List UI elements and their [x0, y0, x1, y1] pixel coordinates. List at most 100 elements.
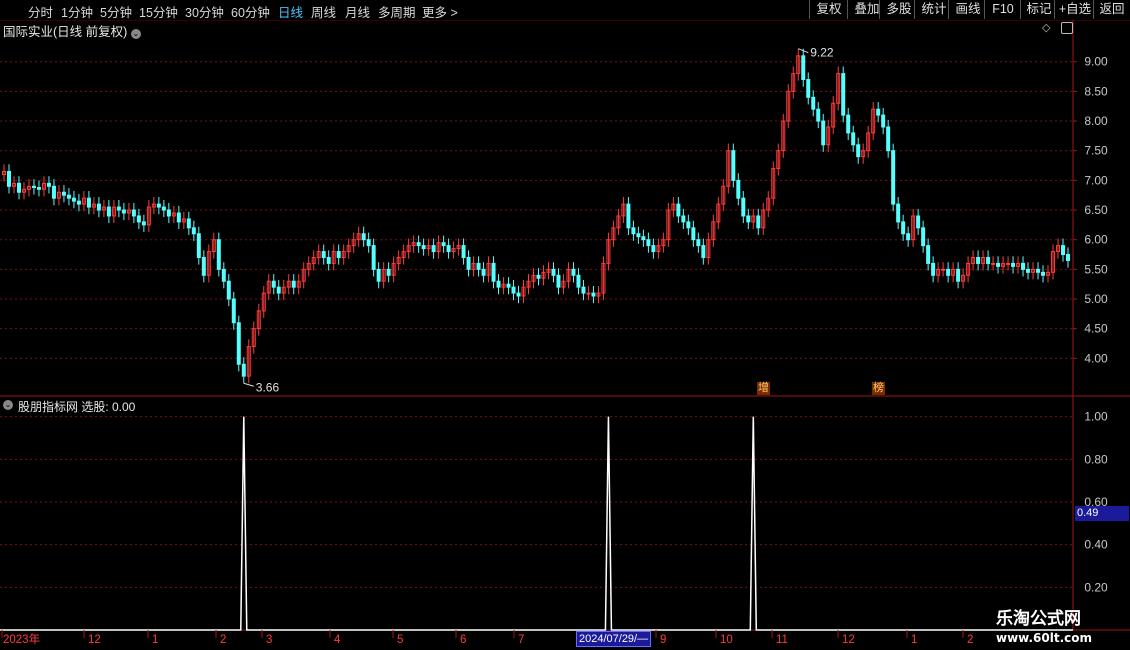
- candle-body: [271, 280, 276, 288]
- toolbar-button-7[interactable]: +自选: [1054, 0, 1095, 19]
- indicator-cursor-value: 0.49: [1075, 506, 1129, 521]
- x-axis-label: 12: [88, 634, 101, 646]
- candle-body: [241, 363, 246, 377]
- candle-body: [571, 268, 576, 276]
- candle-body: [536, 274, 541, 279]
- period-tab-6[interactable]: 日线: [278, 2, 303, 21]
- candle-body: [851, 132, 856, 146]
- toolbar-button-6[interactable]: 标记: [1020, 0, 1057, 19]
- candle-body: [16, 182, 21, 193]
- stock-title[interactable]: 国际实业(日线 前复权) ⌄: [3, 21, 141, 40]
- candle-body: [1041, 271, 1046, 276]
- candle-body: [466, 256, 471, 270]
- price-tick-label: 6.00: [1084, 233, 1108, 247]
- indicator-tick-label: 1.00: [1084, 410, 1108, 424]
- watermark-title: 乐淘公式网: [996, 609, 1081, 629]
- candle-body: [441, 242, 446, 247]
- x-axis-label: 3: [266, 634, 272, 646]
- candle-body: [636, 233, 641, 238]
- indicator-tick-label: 0.40: [1084, 538, 1108, 552]
- toolbar-button-2[interactable]: 多股: [879, 0, 918, 19]
- candle-body: [846, 114, 851, 134]
- period-tab-4[interactable]: 30分钟: [185, 2, 224, 21]
- toolbar-button-5[interactable]: F10: [984, 0, 1021, 19]
- candle-body: [36, 186, 41, 190]
- candle-body: [1006, 262, 1011, 265]
- candle-body: [901, 221, 906, 235]
- toolbar-button-4[interactable]: 画线: [948, 0, 987, 19]
- candle-body: [741, 197, 746, 217]
- indicator-tick-label: 0.80: [1084, 452, 1108, 466]
- candle-body: [651, 245, 656, 253]
- candle-body: [646, 239, 651, 247]
- candle-body: [556, 274, 561, 288]
- candle-body: [916, 215, 921, 229]
- indicator-tick-label: 0.20: [1084, 580, 1108, 594]
- candle-body: [61, 191, 66, 196]
- period-tab-3[interactable]: 15分钟: [139, 2, 178, 21]
- x-axis-label: 11: [776, 634, 788, 646]
- price-tick-label: 7.50: [1084, 144, 1108, 158]
- candle-body: [986, 256, 991, 264]
- candle-body: [1036, 268, 1041, 273]
- candle-body: [131, 209, 136, 217]
- period-tab-8[interactable]: 月线: [345, 2, 370, 21]
- candle-body: [976, 256, 981, 264]
- candle-body: [161, 206, 166, 211]
- signal-line: [0, 416, 1073, 631]
- toolbar-button-8[interactable]: 返回: [1093, 0, 1130, 19]
- candle-body: [291, 280, 296, 288]
- candle-body: [841, 73, 846, 116]
- candle-body: [176, 212, 181, 223]
- candle-body: [6, 170, 11, 187]
- toolbar-button-0[interactable]: 复权: [809, 0, 848, 19]
- period-tab-9[interactable]: 多周期: [378, 2, 416, 21]
- candle-body: [681, 215, 686, 223]
- candle-body: [221, 268, 226, 282]
- chevron-down-icon[interactable]: ⌄: [130, 29, 141, 39]
- price-tick-label: 4.00: [1084, 351, 1108, 365]
- candle-body: [896, 203, 901, 223]
- candle-body: [446, 245, 451, 253]
- price-tick-label: 6.50: [1084, 203, 1108, 217]
- candle-body: [756, 215, 761, 229]
- candle-body: [116, 206, 121, 211]
- candle-body: [326, 256, 331, 264]
- panel-toggle-icon[interactable]: [1061, 22, 1073, 34]
- tag-increase[interactable]: 增: [757, 382, 770, 395]
- x-axis-label: 9: [660, 634, 666, 646]
- cursor-date: 2024/07/29/—: [576, 631, 652, 647]
- candle-body: [431, 245, 436, 253]
- candle-body: [696, 239, 701, 247]
- candle-body: [746, 215, 751, 223]
- period-tab-10[interactable]: 更多 >: [422, 2, 458, 21]
- candle-body: [386, 268, 391, 276]
- price-tick-label: 9.00: [1084, 55, 1108, 69]
- candle-body: [996, 262, 1001, 267]
- candle-body: [86, 197, 91, 208]
- candle-body: [491, 262, 496, 282]
- tag-ranking[interactable]: 榜: [872, 382, 885, 395]
- period-tab-7[interactable]: 周线: [311, 2, 336, 21]
- candle-body: [226, 280, 231, 300]
- candle-body: [46, 182, 51, 187]
- period-tab-1[interactable]: 1分钟: [61, 2, 93, 21]
- indicator-chevron-icon[interactable]: ⌄: [3, 400, 13, 410]
- candle-body: [136, 215, 141, 223]
- period-toolbar: 分时 1分钟 5分钟 15分钟 30分钟 60分钟 日线 周线 月线 多周期 更多 > 复权 叠加 多股统…: [0, 0, 1130, 21]
- period-tab-5[interactable]: 60分钟: [231, 2, 270, 21]
- chart-canvas: 9.00 8.50 8.00 7.50 7.00 6.50 6.00 5.50 5.00 4.50…: [0, 20, 1130, 646]
- candle-body: [506, 283, 511, 288]
- candle-body: [731, 150, 736, 181]
- watermark: 乐淘公式网 www.60lt.com: [996, 608, 1092, 646]
- candle-body: [626, 203, 631, 229]
- indicator-title[interactable]: 股朋指标网 选股: 0.00: [18, 398, 135, 415]
- candle-body: [891, 150, 896, 205]
- period-tab-2[interactable]: 5分钟: [100, 2, 132, 21]
- candle-body: [701, 245, 706, 258]
- period-tab-0[interactable]: 分时: [28, 2, 53, 21]
- candle-body: [321, 251, 326, 258]
- x-axis-label: 6: [460, 634, 466, 646]
- diamond-icon[interactable]: ◇: [1042, 21, 1050, 34]
- candle-body: [806, 79, 811, 98]
